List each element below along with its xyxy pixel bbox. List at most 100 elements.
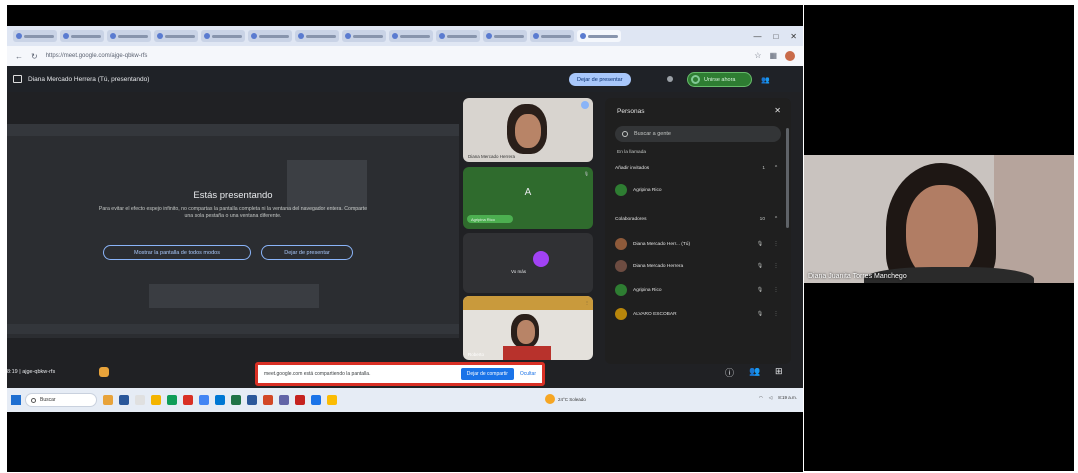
more-icon[interactable]: ⋮ [771, 241, 781, 247]
app-icon[interactable] [311, 395, 321, 405]
start-icon[interactable] [11, 395, 21, 405]
taskbar-search[interactable]: Buscar [25, 393, 97, 407]
app-icon[interactable] [167, 395, 177, 405]
weather-widget[interactable]: 24°C Soleado [545, 394, 586, 404]
person-row[interactable]: Diana Mercado Herrera 🎙 ⋮ [615, 258, 781, 274]
more-icon[interactable]: ⋮ [771, 263, 781, 269]
participant-tile[interactable]: ⋮ Roberto [463, 296, 593, 360]
browser-tab[interactable] [342, 30, 386, 42]
stop-presenting-top-button[interactable]: Dejar de presentar [569, 73, 631, 86]
chevron-up-icon[interactable]: ^ [771, 216, 781, 222]
browser-tab[interactable] [295, 30, 339, 42]
person-row[interactable]: Agripina Rico [615, 182, 781, 198]
more-icon[interactable]: ⋮ [771, 311, 781, 317]
people-count-icon[interactable]: 👥 [761, 76, 770, 84]
app-icon[interactable] [183, 395, 193, 405]
maximize-icon[interactable]: □ [773, 32, 778, 41]
join-icon [691, 75, 700, 84]
people-panel-title: Personas [617, 108, 645, 115]
excel-icon[interactable] [231, 395, 241, 405]
browser-tab[interactable] [389, 30, 433, 42]
participant-tile[interactable]: A 🎙 Agripina Rico [463, 167, 593, 229]
folder-icon[interactable] [151, 395, 161, 405]
group-row[interactable]: Añadir invitados 1 ^ [615, 160, 781, 176]
mirror-ghost [7, 324, 459, 334]
close-icon[interactable]: ✕ [774, 106, 781, 115]
info-icon[interactable]: ⓘ [725, 366, 734, 379]
meet-main: Estás presentando Para evitar el efecto … [7, 92, 803, 388]
url-field[interactable]: https://meet.google.com/ajge-qbkw-rfs [46, 53, 148, 59]
word-icon[interactable] [247, 395, 257, 405]
tab-favicon-icon [110, 33, 116, 39]
profile-avatar[interactable] [785, 51, 795, 61]
people-icon[interactable]: 👥 [749, 366, 760, 377]
close-icon[interactable]: ✕ [790, 32, 797, 41]
hand-raise-icon[interactable] [99, 367, 109, 377]
person-row[interactable]: Agripina Rico 🎙 ⋮ [615, 282, 781, 298]
search-icon [622, 131, 628, 137]
taskbar-time[interactable]: 8:19 a.m. [778, 395, 797, 401]
group-row[interactable]: Colaboradores 10 ^ [615, 211, 781, 227]
section-label: Colaboradores [615, 216, 647, 222]
more-options-icon[interactable]: ⋮ [585, 300, 589, 305]
background-wall [994, 155, 1074, 283]
back-icon[interactable]: ← [15, 52, 23, 61]
screen-share-bar: meet.google.com está compartiendo la pan… [255, 362, 545, 386]
app-icon[interactable] [327, 395, 337, 405]
app-icon[interactable] [103, 395, 113, 405]
chrome-icon[interactable] [199, 395, 209, 405]
tab-favicon-icon [204, 33, 210, 39]
mic-icon[interactable]: 🎙 [755, 287, 765, 293]
more-icon[interactable]: ⋮ [771, 287, 781, 293]
system-tray: ◠ ◁ 8:19 a.m. [759, 395, 797, 401]
person-name: ALVARO ESCOBAR [633, 311, 677, 317]
group-count: 10 [759, 216, 765, 222]
stop-presenting-button[interactable]: Dejar de presentar [261, 245, 353, 260]
camera-name-label: Diana Juanita Torres Manchego [808, 273, 907, 280]
person-row[interactable]: Diana Mercado Herr... (Tú) 🎙 ⋮ [615, 236, 781, 252]
taskbar-search-label: Buscar [40, 397, 56, 403]
browser-tab[interactable] [60, 30, 104, 42]
minimize-icon[interactable]: — [753, 32, 761, 41]
volume-icon[interactable]: ◁ [769, 395, 772, 401]
weather-text: 24°C Soleado [558, 396, 586, 402]
browser-tab[interactable] [436, 30, 480, 42]
meet-bottom-bar: 8:19 | ajge-qbkw-rfs meet.google.com est… [7, 352, 803, 388]
app-icon[interactable] [119, 395, 129, 405]
join-button[interactable]: Unirse ahora [687, 72, 752, 87]
browser-tab-active[interactable] [577, 30, 621, 42]
stop-sharing-button[interactable]: Dejar de compartir [460, 368, 514, 380]
scrollbar[interactable] [786, 128, 789, 228]
star-icon[interactable]: ☆ [754, 51, 761, 61]
person-row[interactable]: ALVARO ESCOBAR 🎙 ⋮ [615, 306, 781, 322]
app-icon[interactable] [295, 395, 305, 405]
browser-tab[interactable] [13, 30, 57, 42]
browser-tab[interactable] [483, 30, 527, 42]
mic-icon[interactable]: 🎙 [755, 311, 765, 317]
powerpoint-icon[interactable] [263, 395, 273, 405]
pin-icon[interactable] [581, 101, 589, 109]
people-search-input[interactable]: Buscar a gente [615, 126, 781, 142]
teams-icon[interactable] [279, 395, 289, 405]
show-screen-anyway-button[interactable]: Mostrar la pantalla de todos modos [103, 245, 251, 260]
hide-button[interactable]: Ocultar [520, 371, 536, 377]
edge-icon[interactable] [215, 395, 225, 405]
browser-tab[interactable] [154, 30, 198, 42]
chevron-up-icon[interactable]: ^ [771, 165, 781, 171]
mic-icon[interactable]: 🎙 [755, 263, 765, 269]
activities-icon[interactable]: ⊞ [775, 366, 783, 377]
browser-tab[interactable] [248, 30, 292, 42]
participant-face [517, 320, 535, 344]
app-icon[interactable] [135, 395, 145, 405]
reload-icon[interactable]: ↻ [31, 52, 38, 61]
browser-tab[interactable] [201, 30, 245, 42]
tab-favicon-icon [16, 33, 22, 39]
more-icon[interactable] [667, 76, 673, 82]
participant-tile[interactable]: Vo más [463, 233, 593, 293]
browser-tab[interactable] [107, 30, 151, 42]
wifi-icon[interactable]: ◠ [759, 395, 763, 401]
browser-tab[interactable] [530, 30, 574, 42]
mic-icon[interactable]: 🎙 [755, 241, 765, 247]
participant-tile[interactable]: Diana Mercado Herrera [463, 98, 593, 162]
extensions-icon[interactable]: ▦ [769, 51, 777, 61]
